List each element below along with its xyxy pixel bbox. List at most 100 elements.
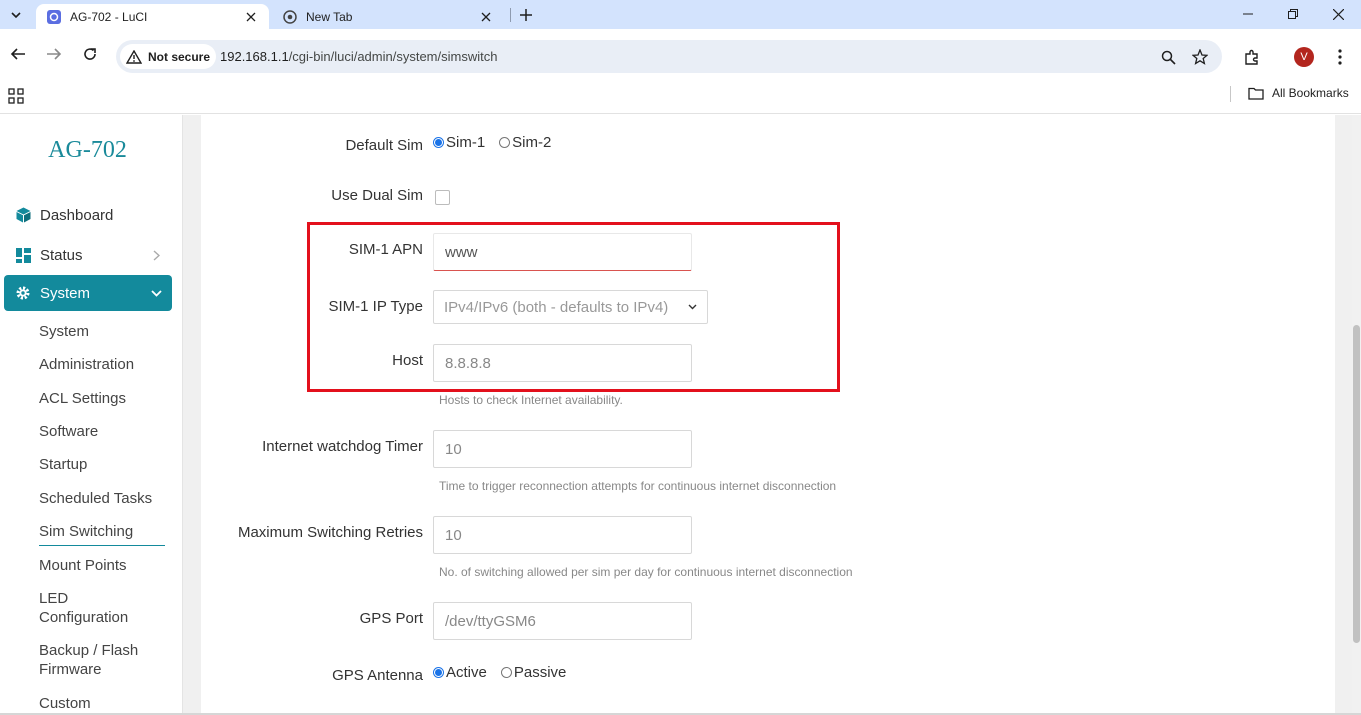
tab-separator [510, 8, 511, 22]
gps-antenna-active-option[interactable]: Active [433, 664, 487, 681]
minimize-icon [1243, 13, 1253, 15]
use-dual-sim-label: Use Dual Sim [331, 187, 423, 204]
luci-page: AG-702 Dashboard Status System System Ad… [0, 115, 1361, 715]
nav-status[interactable]: Status [4, 237, 172, 273]
profile-avatar[interactable]: V [1294, 47, 1314, 67]
max-switching-retries-label: Maximum Switching Retries [237, 524, 423, 541]
nav-label: System [40, 284, 91, 302]
browser-tab-strip: AG-702 - LuCI New Tab [0, 0, 1361, 29]
tab-luci[interactable]: AG-702 - LuCI [36, 4, 269, 29]
radio-button[interactable] [499, 137, 511, 148]
url-path: /cgi-bin/luci/admin/system/simswitch [288, 49, 498, 64]
nav-label: Dashboard [40, 206, 114, 224]
tab-title: AG-702 - LuCI [70, 9, 148, 24]
back-button[interactable] [7, 43, 29, 65]
gps-antenna-radio-group: Active Passive [433, 664, 580, 681]
subnav-sim-switching[interactable]: Sim Switching [39, 522, 165, 546]
highlight-box [307, 222, 840, 392]
new-tab-button[interactable] [516, 5, 536, 25]
chevron-down-icon [148, 289, 164, 297]
subnav-software[interactable]: Software [39, 422, 169, 441]
url-text: 192.168.1.1/cgi-bin/luci/admin/system/si… [220, 49, 497, 64]
gps-antenna-label: GPS Antenna [332, 667, 423, 684]
close-window-button[interactable] [1326, 4, 1350, 24]
gear-icon [14, 284, 32, 302]
sidebar: AG-702 Dashboard Status System System Ad… [0, 115, 183, 715]
arrow-right-icon [47, 48, 62, 60]
plus-icon [520, 9, 532, 21]
security-chip[interactable]: Not secure [120, 44, 217, 69]
forward-button[interactable] [43, 43, 65, 65]
gps-antenna-passive-option[interactable]: Passive [500, 664, 567, 681]
subnav-led-configuration[interactable]: LED Configuration [39, 589, 149, 627]
cube-icon [14, 206, 32, 224]
radio-label: Sim-1 [446, 134, 486, 151]
restore-icon [1288, 9, 1298, 19]
watchdog-timer-hint: Time to trigger reconnection attempts fo… [439, 479, 837, 493]
max-switching-retries-hint: No. of switching allowed per sim per day… [439, 565, 853, 579]
subnav-administration[interactable]: Administration [39, 355, 169, 374]
default-sim-option-2[interactable]: Sim-2 [499, 134, 551, 151]
settings-form: Default Sim Sim-1 Sim-2 Use Dual Sim SIM… [201, 115, 1335, 715]
max-switching-retries-input[interactable]: 10 [433, 516, 692, 554]
tab-new-tab[interactable]: New Tab [272, 4, 504, 29]
chevron-down-icon [11, 12, 21, 19]
subnav-acl-settings[interactable]: ACL Settings [39, 389, 169, 408]
radio-label: Passive [513, 664, 567, 681]
close-icon [1332, 8, 1344, 20]
brand-logo[interactable]: AG-702 [0, 137, 175, 164]
gps-port-label: GPS Port [359, 610, 423, 627]
folder-icon [1248, 87, 1264, 100]
radio-label: Active [446, 664, 487, 681]
radio-button[interactable] [500, 667, 512, 678]
tab-title: New Tab [306, 9, 353, 24]
chrome-icon [282, 9, 298, 25]
browser-toolbar: Not secure 192.168.1.1/cgi-bin/luci/admi… [0, 29, 1361, 85]
bookmark-star-icon[interactable] [1190, 47, 1210, 67]
nav-system[interactable]: System [4, 275, 172, 311]
page-scrollbar[interactable] [1352, 115, 1361, 715]
arrow-left-icon [10, 48, 25, 60]
all-bookmarks-button[interactable]: All Bookmarks [1248, 86, 1349, 100]
chevron-right-icon [148, 249, 164, 261]
gps-port-input[interactable]: /dev/ttyGSM6 [433, 602, 692, 640]
reload-icon [84, 48, 96, 60]
default-sim-option-1[interactable]: Sim-1 [433, 134, 485, 151]
watchdog-timer-input[interactable]: 10 [433, 430, 692, 468]
bookmarks-bar: All Bookmarks [0, 85, 1361, 114]
subnav-custom[interactable]: Custom [39, 694, 169, 713]
subnav-backup-flash-firmware[interactable]: Backup / Flash Firmware [39, 641, 149, 679]
subnav-scheduled-tasks[interactable]: Scheduled Tasks [39, 489, 169, 508]
subnav-system[interactable]: System [39, 322, 169, 341]
security-label: Not secure [148, 49, 211, 64]
watchdog-timer-label: Internet watchdog Timer [262, 438, 423, 455]
all-bookmarks-label: All Bookmarks [1272, 86, 1349, 100]
host-hint: Hosts to check Internet availability. [439, 393, 623, 407]
scrollbar-thumb[interactable] [1353, 325, 1360, 643]
url-host: 192.168.1.1 [220, 49, 289, 64]
radio-label: Sim-2 [512, 134, 552, 151]
bookmarks-separator [1230, 86, 1231, 102]
address-bar[interactable]: Not secure 192.168.1.1/cgi-bin/luci/admi… [116, 40, 1222, 73]
grid-icon [14, 246, 32, 264]
warning-icon [126, 49, 142, 64]
tab-search-button[interactable] [5, 4, 27, 26]
subnav-mount-points[interactable]: Mount Points [39, 556, 169, 575]
use-dual-sim-checkbox[interactable] [435, 190, 450, 205]
extensions-icon[interactable] [1240, 46, 1262, 68]
default-sim-label: Default Sim [345, 137, 423, 154]
close-tab-icon[interactable] [243, 9, 259, 25]
radio-button[interactable] [433, 667, 444, 678]
subnav-startup[interactable]: Startup [39, 455, 169, 474]
minimize-button[interactable] [1236, 4, 1260, 24]
restore-button[interactable] [1281, 4, 1305, 24]
default-sim-radio-group: Sim-1 Sim-2 [433, 134, 565, 151]
more-menu-icon[interactable] [1330, 46, 1350, 68]
radio-button[interactable] [433, 137, 444, 148]
close-tab-icon[interactable] [478, 9, 494, 25]
zoom-icon[interactable] [1158, 47, 1178, 67]
apps-grid-icon[interactable] [8, 88, 24, 104]
nav-label: Status [40, 246, 83, 264]
reload-button[interactable] [79, 43, 101, 65]
nav-dashboard[interactable]: Dashboard [4, 197, 172, 233]
